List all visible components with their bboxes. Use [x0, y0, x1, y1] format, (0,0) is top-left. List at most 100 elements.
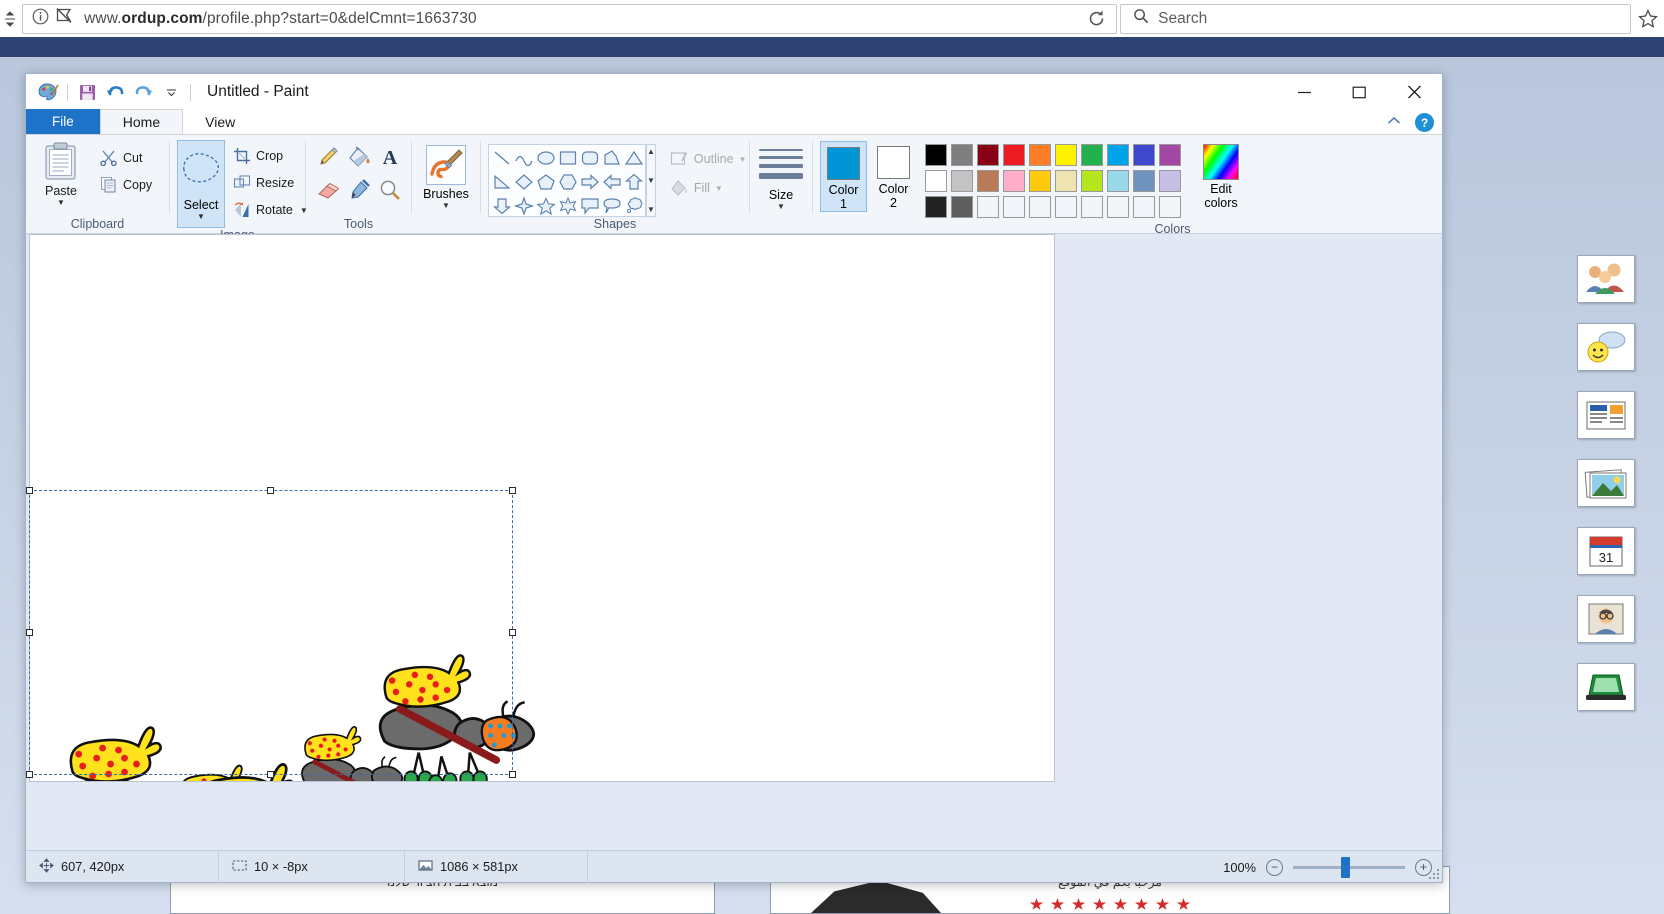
shape-right-triangle[interactable]: [491, 170, 513, 194]
dock-icon-profile[interactable]: [1577, 595, 1635, 643]
size-caret-icon[interactable]: ▼: [777, 203, 785, 211]
tracking-protection-icon[interactable]: [55, 7, 73, 30]
shape-pentagon[interactable]: [535, 170, 557, 194]
shape-six-point-star[interactable]: [557, 194, 579, 218]
star-icon[interactable]: [1631, 0, 1664, 37]
shape-hexagon[interactable]: [557, 170, 579, 194]
magnifier-icon[interactable]: [374, 173, 405, 206]
palette-swatch-1-5[interactable]: [1055, 170, 1077, 192]
fill-button[interactable]: Fill ▼: [666, 175, 751, 200]
shape-down-arrow[interactable]: [491, 194, 513, 218]
copy-button[interactable]: Copy: [95, 172, 156, 197]
paste-caret-icon[interactable]: ▼: [57, 199, 65, 207]
palette-swatch-2-9[interactable]: [1159, 196, 1181, 218]
zoom-out-button[interactable]: −: [1266, 858, 1283, 876]
palette-swatch-0-2[interactable]: [977, 144, 999, 166]
resize-button[interactable]: Resize: [228, 170, 312, 195]
color-1-button[interactable]: Color 1: [820, 141, 867, 212]
resize-grip-icon[interactable]: [1428, 868, 1440, 880]
palette-swatch-0-8[interactable]: [1133, 144, 1155, 166]
brushes-caret-icon[interactable]: ▼: [442, 202, 450, 210]
shape-left-arrow[interactable]: [601, 170, 623, 194]
title-bar[interactable]: Untitled - Paint: [26, 74, 1442, 110]
undo-icon[interactable]: [101, 79, 129, 105]
pencil-icon[interactable]: [312, 140, 343, 173]
palette-swatch-1-2[interactable]: [977, 170, 999, 192]
fill-with-color-icon[interactable]: [343, 140, 374, 173]
palette-swatch-2-8[interactable]: [1133, 196, 1155, 218]
shape-cloud-callout[interactable]: [623, 194, 645, 218]
palette-swatch-1-8[interactable]: [1133, 170, 1155, 192]
nav-resize-handle[interactable]: [0, 0, 20, 37]
palette-swatch-2-3[interactable]: [1003, 196, 1025, 218]
zoom-slider-thumb[interactable]: [1341, 856, 1350, 878]
palette-swatch-2-1[interactable]: [951, 196, 973, 218]
shapes-scroll-down-icon[interactable]: ▼: [647, 176, 655, 185]
shapes-scroll-up-icon[interactable]: ▲: [647, 147, 655, 156]
shape-up-arrow[interactable]: [623, 170, 645, 194]
canvas-area[interactable]: [26, 234, 1442, 850]
palette-swatch-2-5[interactable]: [1055, 196, 1077, 218]
palette-swatch-0-1[interactable]: [951, 144, 973, 166]
color-2-button[interactable]: Color 2: [870, 141, 917, 210]
tab-view[interactable]: View: [183, 109, 257, 134]
eraser-icon[interactable]: [312, 173, 343, 206]
paste-button[interactable]: Paste ▼: [33, 140, 89, 207]
palette-swatch-2-0[interactable]: [925, 196, 947, 218]
save-icon[interactable]: [73, 79, 101, 105]
palette-swatch-0-7[interactable]: [1107, 144, 1129, 166]
outline-button[interactable]: Outline ▼: [666, 146, 751, 171]
palette-swatch-1-0[interactable]: [925, 170, 947, 192]
palette-swatch-1-3[interactable]: [1003, 170, 1025, 192]
brushes-button[interactable]: Brushes ▼: [419, 143, 473, 210]
url-text[interactable]: www.ordup.com/profile.php?start=0&delCmn…: [73, 10, 477, 28]
shape-right-arrow[interactable]: [579, 170, 601, 194]
shape-polygon[interactable]: [601, 146, 623, 170]
color-picker-icon[interactable]: [343, 173, 374, 206]
close-button[interactable]: [1387, 74, 1442, 110]
maximize-button[interactable]: [1332, 74, 1387, 110]
tab-file[interactable]: File: [26, 109, 100, 134]
shapes-expand-icon[interactable]: ▼: [647, 205, 655, 214]
size-button[interactable]: Size ▼: [757, 145, 805, 211]
shape-triangle[interactable]: [623, 146, 645, 170]
palette-swatch-0-3[interactable]: [1003, 144, 1025, 166]
shape-four-point-star[interactable]: [513, 194, 535, 218]
dock-icon-computer[interactable]: [1577, 663, 1635, 711]
fill-caret-icon[interactable]: ▼: [715, 184, 723, 192]
dock-icon-photos[interactable]: [1577, 459, 1635, 507]
help-button[interactable]: ?: [1415, 113, 1434, 132]
shapes-scrollbar[interactable]: ▲ ▼ ▼: [646, 144, 656, 217]
address-bar[interactable]: www.ordup.com/profile.php?start=0&delCmn…: [22, 3, 1118, 34]
palette-swatch-0-6[interactable]: [1081, 144, 1103, 166]
cut-button[interactable]: Cut: [95, 145, 156, 170]
palette-swatch-2-4[interactable]: [1029, 196, 1051, 218]
select-caret-icon[interactable]: ▼: [197, 213, 205, 221]
dock-icon-contacts[interactable]: [1577, 255, 1635, 303]
shape-line[interactable]: [491, 146, 513, 170]
palette-swatch-0-0[interactable]: [925, 144, 947, 166]
shape-rectangular-callout[interactable]: [579, 194, 601, 218]
shape-oval[interactable]: [535, 146, 557, 170]
palette-swatch-1-7[interactable]: [1107, 170, 1129, 192]
color-palette[interactable]: [925, 141, 1185, 222]
tab-home[interactable]: Home: [99, 109, 184, 134]
text-icon[interactable]: A: [374, 140, 405, 173]
search-box[interactable]: Search: [1120, 3, 1632, 34]
reload-icon[interactable]: [1076, 5, 1116, 33]
rotate-button[interactable]: Rotate ▼: [228, 197, 312, 222]
info-circle-icon[interactable]: [32, 8, 49, 30]
dock-icon-news[interactable]: [1577, 391, 1635, 439]
shape-rounded-rectangle[interactable]: [579, 146, 601, 170]
minimize-button[interactable]: [1277, 74, 1332, 110]
palette-swatch-1-1[interactable]: [951, 170, 973, 192]
shape-rounded-callout[interactable]: [601, 194, 623, 218]
palette-swatch-1-4[interactable]: [1029, 170, 1051, 192]
edit-colors-button[interactable]: Edit colors: [1193, 141, 1249, 210]
palette-swatch-0-5[interactable]: [1055, 144, 1077, 166]
palette-swatch-2-7[interactable]: [1107, 196, 1129, 218]
chevron-up-icon[interactable]: [1387, 116, 1401, 129]
palette-swatch-2-2[interactable]: [977, 196, 999, 218]
dock-icon-calendar[interactable]: 31: [1577, 527, 1635, 575]
palette-swatch-0-4[interactable]: [1029, 144, 1051, 166]
